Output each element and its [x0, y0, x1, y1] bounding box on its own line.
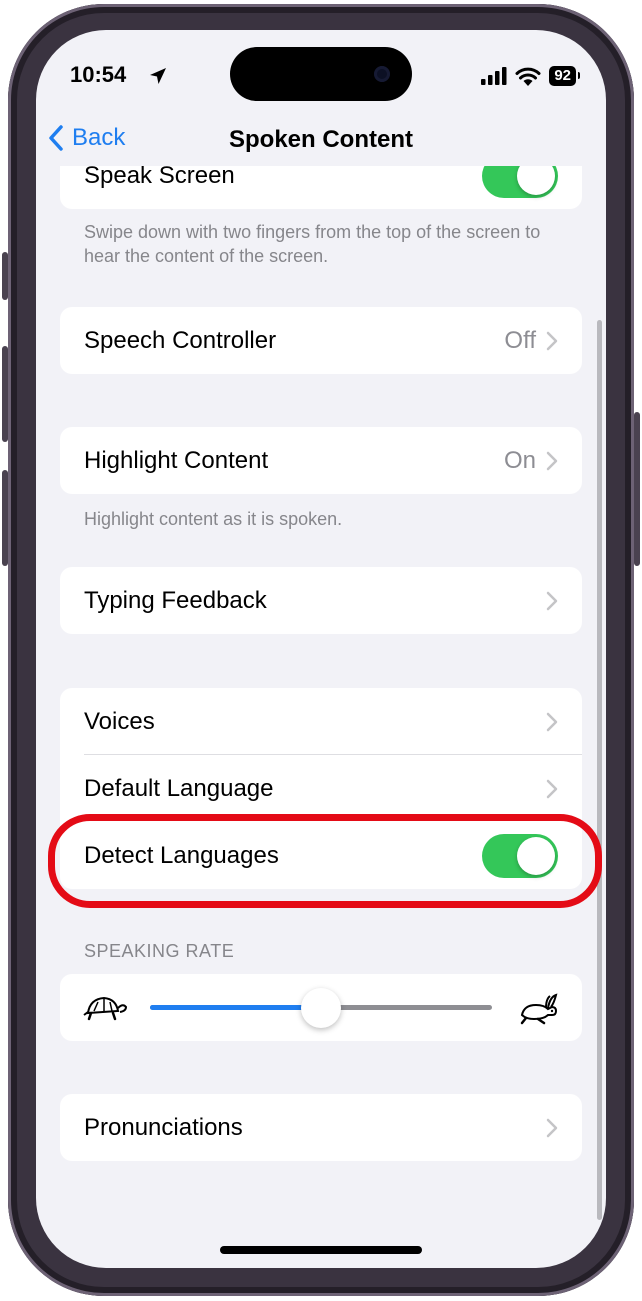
typing-feedback-card: Typing Feedback — [60, 567, 582, 634]
toggle-knob — [517, 836, 555, 875]
detect-languages-row: Detect Languages — [60, 822, 582, 889]
pronunciations-row[interactable]: Pronunciations — [60, 1094, 582, 1161]
navigation-bar: Back Spoken Content — [36, 116, 606, 166]
speak-screen-footer: Swipe down with two fingers from the top… — [84, 222, 541, 266]
highlight-content-row[interactable]: Highlight Content On — [60, 427, 582, 494]
speech-controller-row[interactable]: Speech Controller Off — [60, 307, 582, 374]
action-button — [2, 252, 8, 300]
chevron-right-icon — [546, 331, 558, 350]
speaking-rate-slider[interactable] — [150, 988, 492, 1028]
scrollbar[interactable] — [597, 320, 602, 1220]
status-time: 10:54 — [70, 62, 127, 87]
chevron-right-icon — [546, 779, 558, 798]
chevron-right-icon — [546, 712, 558, 731]
rabbit-icon — [520, 993, 558, 1025]
home-indicator[interactable] — [220, 1246, 422, 1254]
default-language-label: Default Language — [84, 774, 274, 802]
camera-icon — [374, 66, 390, 82]
speech-controller-label: Speech Controller — [84, 326, 277, 354]
pronunciations-card: Pronunciations — [60, 1094, 582, 1161]
detect-languages-label: Detect Languages — [84, 841, 279, 869]
location-arrow-icon — [150, 68, 166, 84]
cellular-signal-icon — [481, 67, 507, 85]
voices-group-card: Voices Default Language Detect Languages — [60, 688, 582, 889]
highlight-content-card: Highlight Content On — [60, 427, 582, 494]
chevron-right-icon — [546, 451, 558, 470]
wifi-icon — [515, 67, 541, 86]
status-icons: 92 — [481, 66, 580, 86]
screen: 10:54 92 Back Spoken Content Speak Scree… — [36, 30, 606, 1268]
turtle-icon — [83, 996, 128, 1021]
typing-feedback-label: Typing Feedback — [84, 586, 267, 614]
speaking-rate-header: SPEAKING RATE — [84, 941, 235, 961]
voices-row[interactable]: Voices — [60, 688, 582, 755]
page-title: Spoken Content — [229, 126, 413, 153]
typing-feedback-row[interactable]: Typing Feedback — [60, 567, 582, 634]
slider-fill — [150, 1005, 321, 1010]
chevron-right-icon — [546, 1118, 558, 1137]
voices-label: Voices — [84, 707, 155, 735]
volume-up-button — [2, 346, 8, 442]
speech-controller-card: Speech Controller Off — [60, 307, 582, 374]
highlight-content-footer: Highlight content as it is spoken. — [84, 509, 343, 529]
pronunciations-label: Pronunciations — [84, 1113, 243, 1141]
highlight-content-label: Highlight Content — [84, 446, 269, 474]
speech-controller-value: Off — [504, 326, 536, 354]
dynamic-island — [230, 47, 412, 101]
power-button — [634, 412, 640, 566]
highlight-content-value: On — [503, 446, 536, 474]
battery-indicator: 92 — [549, 66, 580, 86]
slider-thumb[interactable] — [301, 988, 341, 1028]
default-language-row[interactable]: Default Language — [60, 755, 582, 822]
chevron-right-icon — [546, 591, 558, 610]
volume-down-button — [2, 470, 8, 566]
speaking-rate-card — [60, 974, 582, 1041]
detect-languages-toggle[interactable] — [482, 833, 558, 878]
